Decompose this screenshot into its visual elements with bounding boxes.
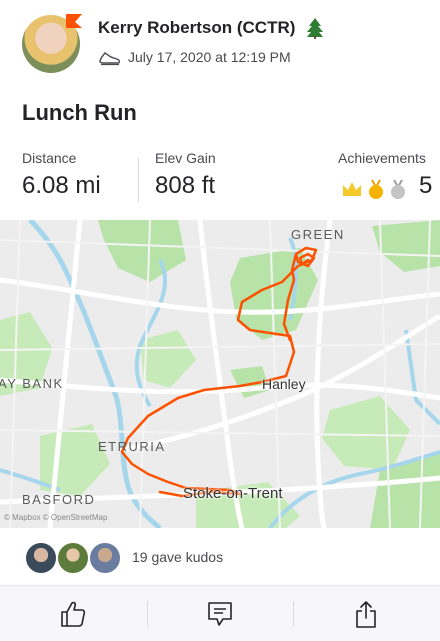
park-area — [322, 396, 410, 470]
kudos-avatar[interactable] — [24, 541, 58, 575]
kudos-count[interactable]: 19 gave kudos — [132, 549, 223, 565]
stat-distance-value: 6.08 mi — [22, 172, 101, 199]
thumbs-up-icon — [61, 601, 86, 627]
park-area — [98, 220, 186, 282]
comment-button[interactable] — [147, 586, 293, 641]
share-button[interactable] — [293, 586, 439, 641]
map-label-hanley: Hanley — [262, 376, 306, 392]
park-area — [140, 330, 196, 388]
map-credit: © Mapbox © OpenStreetMap — [4, 513, 108, 522]
map-label-stoke: Stoke-on-Trent — [183, 485, 283, 502]
map-label-bank: AY BANK — [0, 376, 64, 391]
achievements-count: 5 — [419, 172, 433, 199]
route-map[interactable]: GREEN AY BANK ETRURIA BASFORD Hanley Sto… — [0, 220, 440, 528]
action-bar — [0, 585, 440, 641]
tree-icon — [307, 18, 323, 39]
kudos-avatar[interactable] — [56, 541, 90, 575]
kudos-avatar[interactable] — [88, 541, 122, 575]
run-shoe-icon — [99, 52, 121, 66]
crown-icon — [343, 182, 361, 196]
stat-distance-label: Distance — [22, 150, 77, 166]
map-label-etruria: ETRURIA — [98, 439, 166, 454]
stat-divider — [138, 158, 139, 202]
activity-date: July 17, 2020 at 12:19 PM — [128, 49, 291, 65]
comment-icon — [208, 601, 232, 626]
athlete-name[interactable]: Kerry Robertson (CCTR) — [98, 18, 295, 38]
map-canvas — [0, 220, 440, 528]
map-label-green: GREEN — [291, 227, 345, 242]
silver-medal-icon — [391, 179, 405, 199]
achievements-icons[interactable] — [341, 178, 415, 200]
stat-elev-label: Elev Gain — [155, 150, 216, 166]
map-label-basford: BASFORD — [22, 492, 96, 507]
subscriber-badge-icon — [66, 14, 82, 28]
stat-elev-value: 808 ft — [155, 172, 216, 199]
gold-medal-icon — [369, 179, 383, 199]
kudos-button[interactable] — [0, 586, 146, 641]
stat-achievements-label: Achievements — [338, 150, 426, 166]
activity-title: Lunch Run — [22, 100, 137, 125]
share-icon — [356, 600, 376, 628]
activity-header: Kerry Robertson (CCTR) July 17, 2020 at … — [0, 0, 440, 90]
kudos-row[interactable]: 19 gave kudos — [0, 528, 440, 585]
